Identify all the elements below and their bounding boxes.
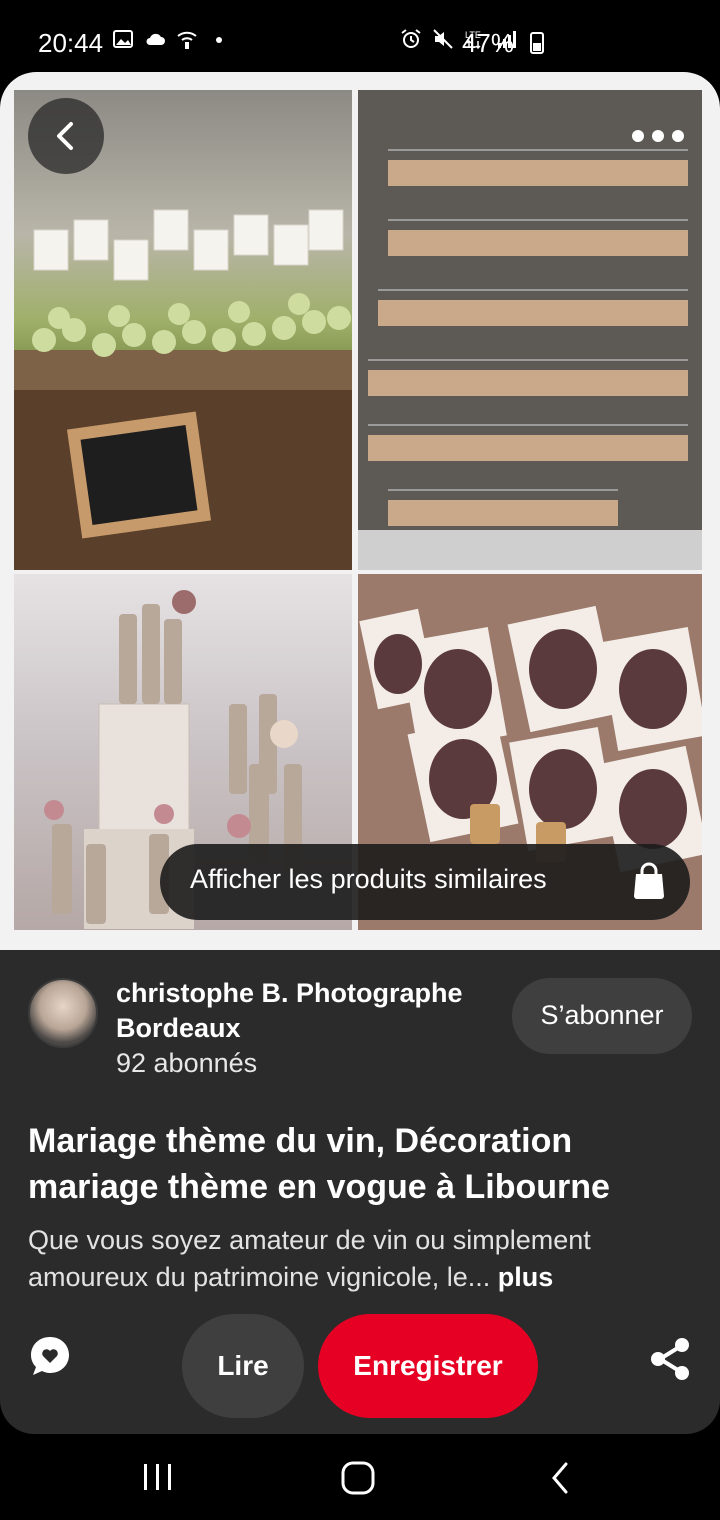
pin-image[interactable]: Afficher les produits similaires bbox=[0, 72, 720, 950]
creator-name[interactable]: christophe B. Photographe Bordeaux bbox=[116, 976, 496, 1046]
follow-button-label: S’abonner bbox=[540, 1000, 664, 1030]
pin-title: Mariage thème du vin, Décoration mariage… bbox=[28, 1122, 610, 1206]
back-nav-icon[interactable] bbox=[542, 1460, 582, 1496]
cork-board-illustration bbox=[358, 90, 702, 570]
battery-icon bbox=[530, 32, 544, 54]
status-time: 20:44 bbox=[38, 28, 104, 58]
pin-card: Afficher les produits similaires christo… bbox=[0, 72, 720, 1434]
creator-followers: 92 abonnés bbox=[116, 1048, 258, 1078]
back-button[interactable] bbox=[28, 98, 104, 174]
pin-description: Que vous soyez amateur de vin ou simplem… bbox=[28, 1222, 692, 1296]
recent-apps-icon[interactable] bbox=[138, 1460, 178, 1496]
save-button[interactable]: Enregistrer bbox=[318, 1314, 538, 1418]
read-button-label: Lire bbox=[217, 1350, 269, 1381]
wifi-calling-icon bbox=[177, 31, 197, 49]
follow-button[interactable]: S’abonner bbox=[512, 978, 692, 1054]
image-tile-cork-keychains bbox=[358, 90, 702, 570]
creator-avatar[interactable] bbox=[28, 978, 98, 1048]
share-icon[interactable] bbox=[648, 1336, 692, 1382]
battery-percent: 47% bbox=[461, 28, 514, 58]
save-button-label: Enregistrer bbox=[353, 1350, 503, 1381]
system-nav-bar bbox=[0, 1436, 720, 1520]
ellipsis-icon bbox=[632, 130, 684, 142]
gallery-icon bbox=[113, 30, 133, 48]
comment-icon[interactable] bbox=[28, 1334, 72, 1378]
shopping-bag-icon bbox=[634, 862, 664, 899]
similar-products-label: Afficher les produits similaires bbox=[190, 864, 547, 894]
more-options-button[interactable] bbox=[628, 118, 688, 154]
home-icon[interactable] bbox=[338, 1460, 378, 1496]
cloud-icon bbox=[146, 33, 165, 45]
dot-icon bbox=[216, 37, 222, 43]
more-link[interactable]: plus bbox=[498, 1262, 554, 1292]
status-bar: 20:44 LTE 47% bbox=[0, 0, 720, 80]
read-button[interactable]: Lire bbox=[182, 1314, 304, 1418]
alarm-icon bbox=[401, 29, 421, 48]
chevron-left-icon bbox=[57, 122, 73, 150]
status-left-icons bbox=[112, 28, 230, 50]
similar-products-button[interactable]: Afficher les produits similaires bbox=[160, 844, 690, 920]
mute-icon bbox=[433, 29, 453, 49]
